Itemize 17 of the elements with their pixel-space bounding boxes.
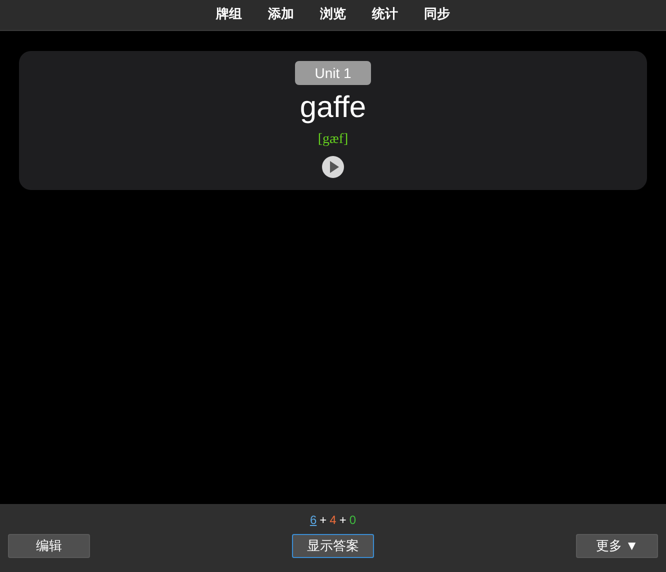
plus-sign: +: [339, 512, 346, 529]
more-button[interactable]: 更多 ▼: [576, 534, 658, 558]
plus-sign: +: [320, 512, 327, 529]
unit-tag: Unit 1: [294, 61, 372, 85]
nav-link[interactable]: 统计: [372, 5, 398, 25]
nav-link[interactable]: 牌组: [216, 5, 242, 25]
count-number: 6: [310, 512, 317, 529]
count-number: 0: [349, 512, 356, 529]
edit-button[interactable]: 编辑: [8, 534, 90, 558]
play-icon[interactable]: [321, 155, 345, 179]
count-number: 4: [330, 512, 336, 529]
phonetic-text: [gæf]: [318, 131, 348, 149]
nav-link[interactable]: 添加: [268, 5, 294, 25]
word-text: gaffe: [300, 90, 366, 126]
nav-link[interactable]: 同步: [424, 5, 450, 25]
show-answer-button[interactable]: 显示答案: [292, 534, 374, 558]
nav-link[interactable]: 浏览: [320, 5, 346, 25]
